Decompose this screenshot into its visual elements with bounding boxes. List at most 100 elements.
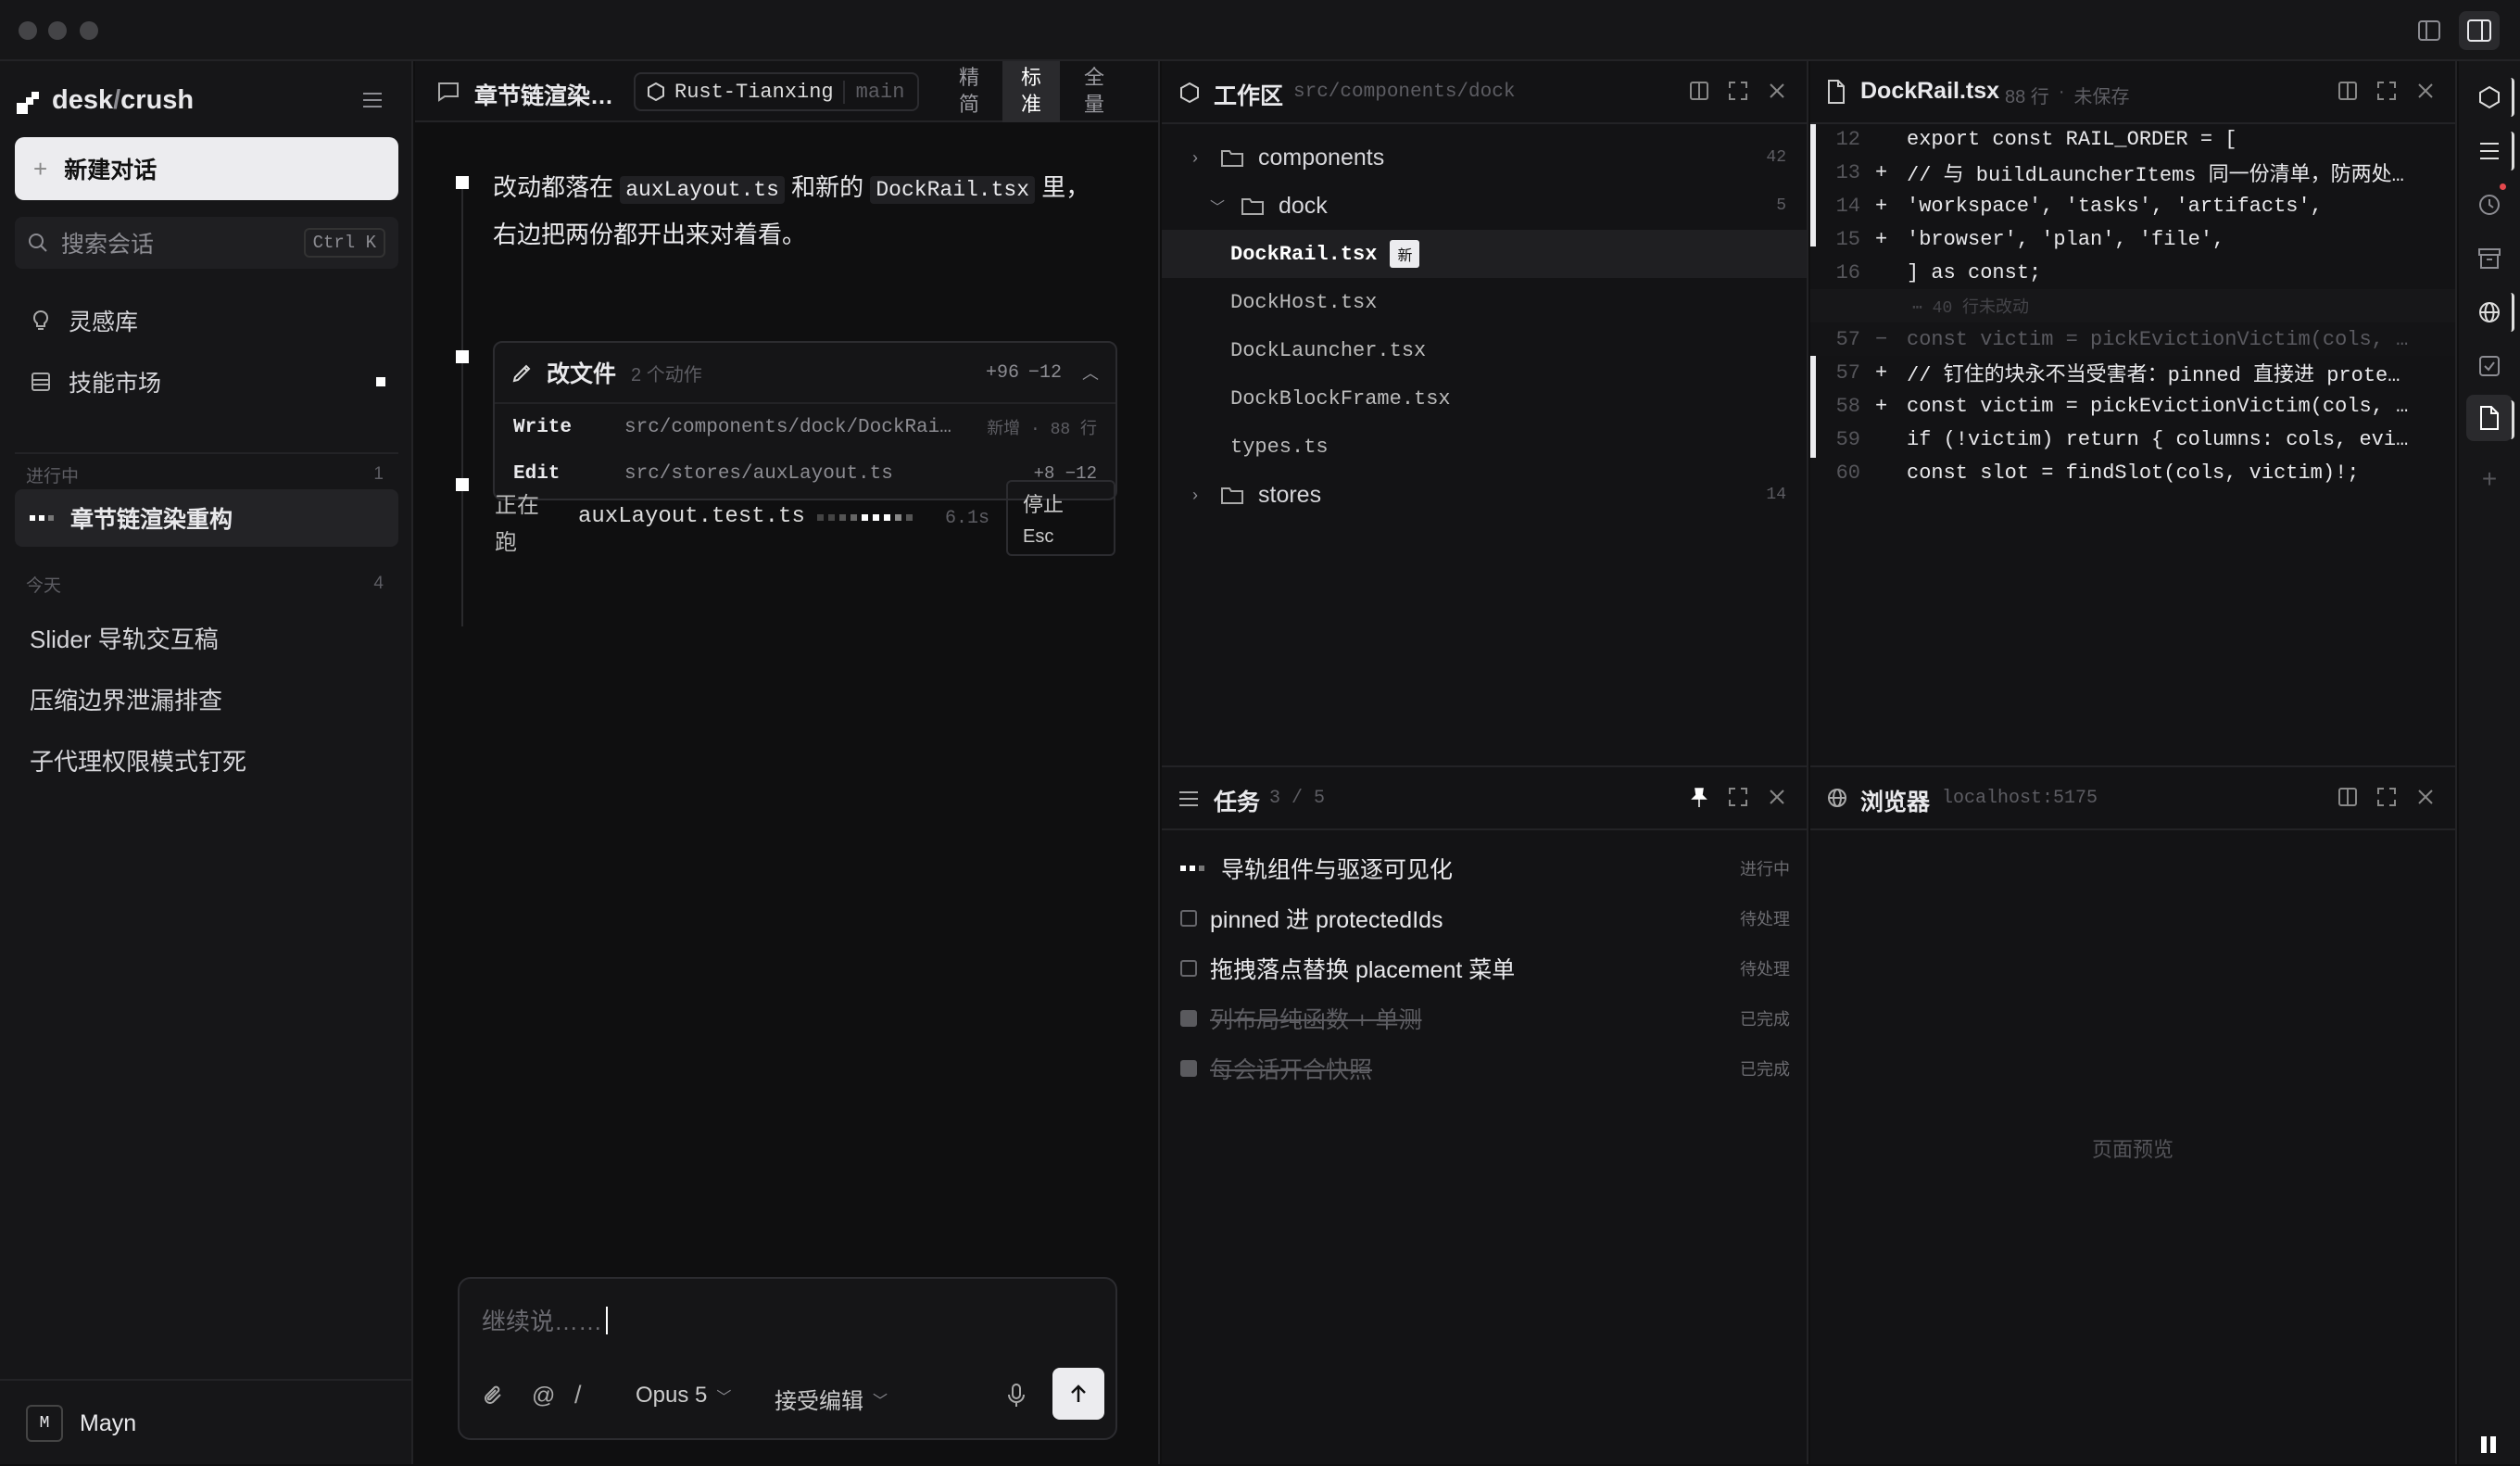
send-button[interactable]: [1052, 1368, 1104, 1420]
code-text: 'workspace', 'tasks', 'artifacts',: [1907, 194, 2323, 218]
checklist-icon[interactable]: [2474, 350, 2505, 382]
history-icon[interactable]: [2474, 189, 2505, 221]
task-item-done[interactable]: 每会话开合快照 已完成: [1180, 1043, 1790, 1093]
task-item[interactable]: 拖拽落点替换 placement 菜单 待处理: [1180, 943, 1790, 993]
session-item[interactable]: Slider 导轨交互稿: [30, 621, 219, 655]
tree-folder-dock[interactable]: ﹀ dock 5: [1162, 182, 1807, 230]
session-item[interactable]: 子代理权限模式钉死: [30, 743, 246, 777]
search-input[interactable]: 搜索会话 Ctrl K: [15, 217, 398, 269]
rail-active-bracket: [2511, 132, 2514, 171]
edit-card-header[interactable]: 改文件 2 个动作 +96 −12 ︿: [495, 343, 1115, 404]
maximize-icon[interactable]: [2377, 82, 2396, 100]
checkbox[interactable]: [1180, 910, 1197, 927]
running-indicator-icon: [1180, 866, 1204, 871]
input-placeholder: 继续说……: [482, 1308, 603, 1335]
editor-meta: 88 行 · 未保存: [2005, 82, 2130, 107]
window-close-dot[interactable]: [19, 21, 37, 40]
running-label: 正在跑: [495, 493, 539, 555]
window-minimize-dot[interactable]: [48, 21, 67, 40]
pause-icon[interactable]: [2481, 1436, 2496, 1453]
checkbox-checked[interactable]: [1180, 1060, 1197, 1077]
composer: 继续说…… @ / Opus 5 ﹀ 接受编辑 ﹀: [458, 1277, 1117, 1440]
tree-folder-components[interactable]: › components 42: [1162, 133, 1807, 182]
split-right-toggle[interactable]: [2459, 11, 2500, 50]
sidebar-item-inspiration[interactable]: 灵感库: [30, 302, 138, 339]
task-item-done[interactable]: 列布局纯函数 + 单测 已完成: [1180, 993, 1790, 1043]
line-number: 15: [1835, 227, 1860, 251]
tree-folder-stores[interactable]: › stores 14: [1162, 471, 1807, 519]
tree-file[interactable]: DockLauncher.tsx: [1162, 326, 1807, 374]
window-zoom-dot[interactable]: [80, 21, 98, 40]
split-left-icon[interactable]: [2418, 20, 2440, 41]
tree-file[interactable]: types.ts: [1162, 423, 1807, 471]
sidebar-item-skills[interactable]: 技能市场: [30, 363, 385, 400]
close-icon[interactable]: [2416, 82, 2435, 100]
command-button[interactable]: /: [574, 1381, 582, 1409]
pin-icon[interactable]: [1690, 788, 1708, 808]
tree-file[interactable]: DockBlockFrame.tsx: [1162, 374, 1807, 423]
list-icon: [1178, 790, 1199, 808]
add-panel-icon[interactable]: +: [2474, 463, 2505, 495]
session-item[interactable]: 压缩边界泄漏排查: [30, 682, 222, 716]
repo-selector[interactable]: Rust-Tianxing main: [634, 72, 919, 111]
mention-button[interactable]: @: [532, 1383, 555, 1409]
task-label: 列布局纯函数 + 单测: [1210, 1007, 1422, 1033]
user-profile[interactable]: M Mayn: [26, 1405, 136, 1442]
message-input[interactable]: 继续说……: [482, 1303, 609, 1337]
edit-mode-selector[interactable]: 接受编辑 ﹀: [775, 1383, 888, 1415]
browser-url[interactable]: localhost:5175: [1942, 788, 2098, 809]
mode-option-concise[interactable]: 精简: [941, 61, 997, 122]
session-item-active[interactable]: 章节链渲染重构: [15, 489, 398, 547]
repo-name: Rust-Tianxing: [674, 80, 834, 104]
page-preview-placeholder: 页面预览: [1810, 830, 2455, 1466]
checkbox-checked[interactable]: [1180, 1010, 1197, 1027]
microphone-icon[interactable]: [1006, 1383, 1027, 1409]
split-icon[interactable]: [2338, 788, 2357, 806]
folded-lines[interactable]: ⋯ 40 行未改动: [1810, 289, 2455, 322]
mode-option-full[interactable]: 全量: [1065, 61, 1123, 122]
menu-icon[interactable]: [361, 91, 384, 109]
close-icon[interactable]: [1768, 82, 1786, 100]
editor-pane: DockRail.tsx 88 行 · 未保存 12 export const RAI…: [1810, 61, 2457, 765]
diff-marker: +: [1875, 194, 1888, 218]
task-item-active[interactable]: 导轨组件与驱逐可见化 进行中: [1180, 843, 1790, 893]
tree-file-selected[interactable]: DockRail.tsx 新: [1162, 230, 1807, 278]
workspace-pane: 工作区 src/components/dock › components 42 …: [1162, 61, 1808, 765]
maximize-icon[interactable]: [2377, 788, 2396, 806]
maximize-icon[interactable]: [1729, 82, 1747, 100]
dock-rail: +: [2459, 61, 2520, 1464]
app-logo: desk/crush: [17, 85, 194, 116]
split-icon[interactable]: [1690, 82, 1708, 100]
chevron-up-icon[interactable]: ︿: [1082, 360, 1099, 385]
close-icon[interactable]: [1768, 788, 1786, 806]
paperclip-icon[interactable]: [482, 1384, 506, 1409]
diff-marker: −: [1875, 327, 1888, 351]
line-number: 59: [1835, 427, 1860, 451]
inline-code: DockRail.tsx: [870, 176, 1036, 204]
task-item[interactable]: pinned 进 protectedIds 待处理: [1180, 893, 1790, 943]
model-selector[interactable]: Opus 5 ﹀: [636, 1383, 731, 1409]
message-text: 和新的: [791, 173, 864, 201]
tree-label: dock: [1279, 192, 1328, 219]
new-chat-button[interactable]: + 新建对话: [15, 137, 398, 200]
globe-rail-icon[interactable]: [2474, 297, 2505, 328]
line-number: 57: [1835, 327, 1860, 351]
workspace-rail-icon[interactable]: [2474, 82, 2505, 113]
chat-icon: [437, 82, 460, 102]
inline-code: auxLayout.ts: [620, 176, 785, 204]
stop-button[interactable]: 停止 Esc: [1006, 480, 1115, 556]
search-icon: [29, 234, 47, 252]
chat-header: 章节链渲染… Rust-Tianxing main 精简 标准 全量: [415, 61, 1158, 122]
maximize-icon[interactable]: [1729, 788, 1747, 806]
edit-row[interactable]: Write src/components/dock/DockRai… 新增 · …: [495, 404, 1115, 450]
tasks-rail-icon[interactable]: [2474, 135, 2505, 167]
checkbox[interactable]: [1180, 960, 1197, 977]
line-number: 13: [1835, 160, 1860, 184]
mode-option-standard[interactable]: 标准: [1002, 61, 1060, 122]
close-icon[interactable]: [2416, 788, 2435, 806]
archive-icon[interactable]: [2474, 243, 2505, 274]
tree-file[interactable]: DockHost.tsx: [1162, 278, 1807, 326]
search-shortcut: Ctrl K: [303, 228, 385, 258]
file-rail-icon[interactable]: [2474, 402, 2505, 434]
split-icon[interactable]: [2338, 82, 2357, 100]
